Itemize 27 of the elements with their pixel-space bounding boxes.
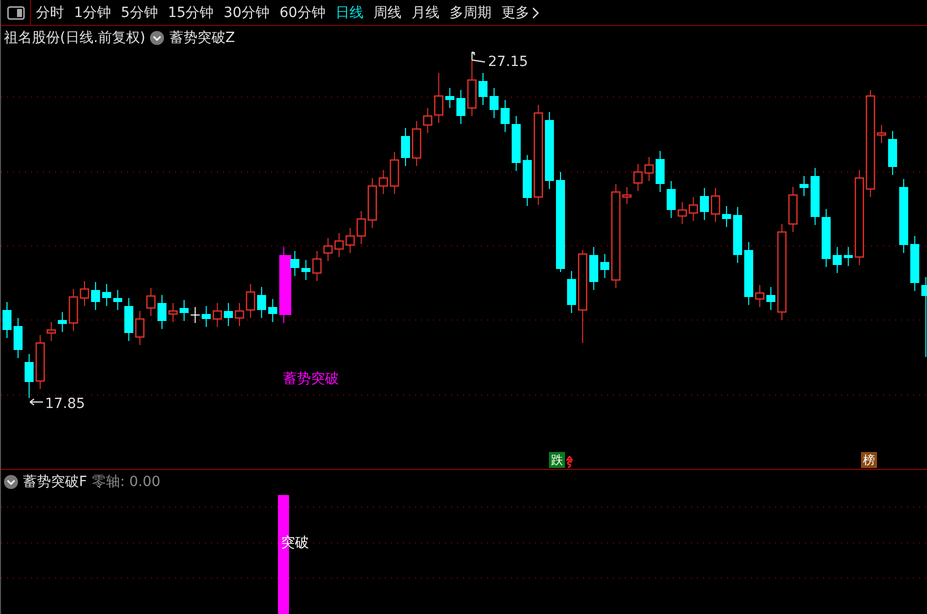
high-price-label: 27.15: [488, 54, 528, 70]
chevron-right-icon: [532, 6, 540, 18]
indicator-name: 蓄势突破F: [23, 473, 88, 491]
period-tab[interactable]: 5分钟: [120, 4, 158, 22]
period-tab[interactable]: 多周期: [449, 4, 492, 22]
panel-toggle-icon[interactable]: [6, 6, 24, 20]
signal-badge: 榜: [861, 452, 877, 468]
period-tab[interactable]: 60分钟: [280, 4, 326, 22]
period-tab[interactable]: 1分钟: [74, 4, 111, 22]
signal-label: 蓄势突破: [283, 371, 339, 387]
sell-arrow-icon: [566, 456, 574, 468]
stock-title: 祖名股份(日线.前复权): [4, 29, 146, 47]
period-tab[interactable]: 日线: [335, 4, 364, 22]
signal-badge: 跌: [549, 452, 565, 468]
period-tab[interactable]: 周线: [373, 4, 402, 22]
low-price-label: 17.85: [45, 396, 86, 412]
period-tab[interactable]: 分时: [36, 4, 64, 22]
period-tab[interactable]: 30分钟: [224, 4, 270, 22]
period-tab[interactable]: 15分钟: [168, 4, 214, 22]
arrow-icon: [471, 51, 486, 63]
arrow-icon: [29, 398, 44, 406]
collapse-icon[interactable]: [150, 31, 164, 45]
period-tab[interactable]: 月线: [411, 4, 440, 22]
collapse-icon[interactable]: [4, 475, 18, 489]
more-button[interactable]: 更多: [501, 4, 540, 22]
zero-axis-label: 零轴: 0.00: [92, 473, 160, 491]
indicator-name: 蓄势突破Z: [169, 29, 235, 47]
